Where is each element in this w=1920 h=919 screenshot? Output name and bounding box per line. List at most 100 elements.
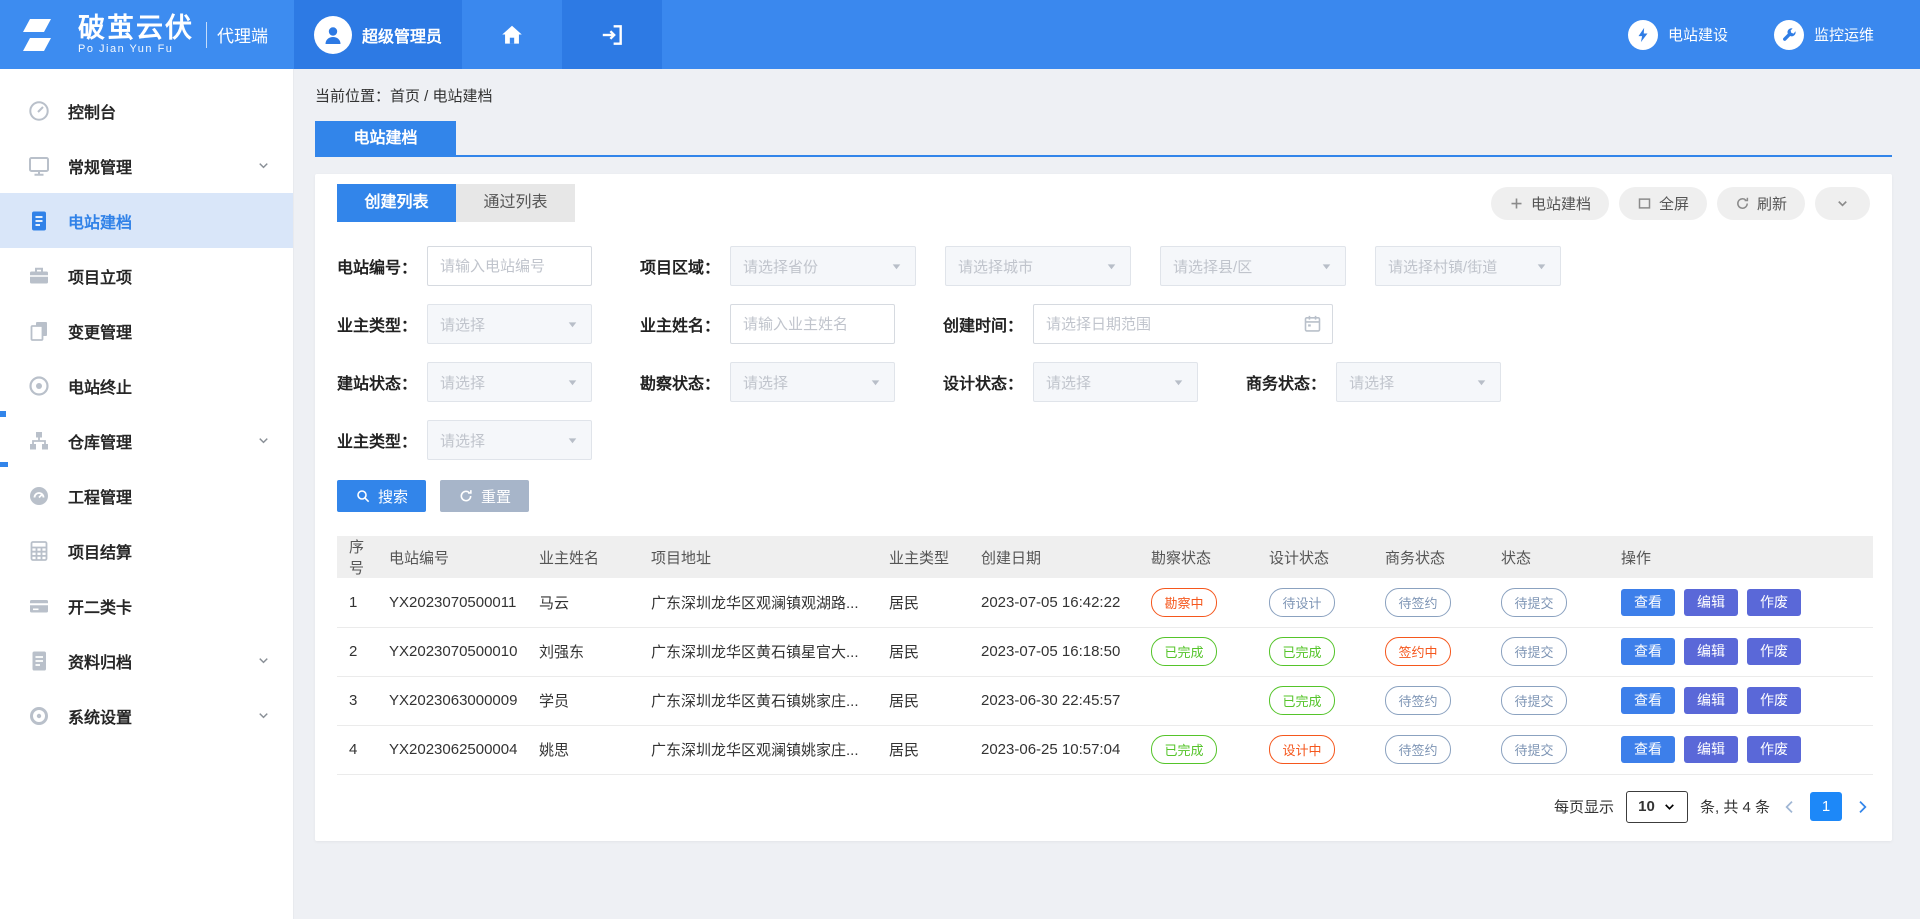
sidebar-item-8[interactable]: 项目结算 — [0, 523, 293, 578]
breadcrumb: 当前位置：首页 / 电站建档 — [315, 85, 1892, 106]
create-station-button[interactable]: 电站建档 — [1491, 187, 1609, 220]
status-badge: 已完成 — [1151, 735, 1217, 764]
user-name: 超级管理员 — [362, 23, 442, 47]
project-region-select-3[interactable]: 请选择村镇/街道 — [1375, 246, 1561, 286]
tab-passed-list[interactable]: 通过列表 — [456, 184, 575, 222]
sidebar-item-label: 项目立项 — [68, 264, 271, 288]
table-row: 3 YX2023063000009 学员 广东深圳龙华区黄石镇姚家庄... 居民… — [337, 676, 1873, 725]
cell-index: 3 — [337, 676, 383, 725]
sidebar-item-3[interactable]: 项目立项 — [0, 248, 293, 303]
refresh-button[interactable]: 刷新 — [1717, 187, 1805, 220]
view-button[interactable]: 查看 — [1621, 589, 1675, 616]
status-badge: 待提交 — [1501, 637, 1567, 666]
home-button[interactable] — [462, 0, 562, 69]
cell-status: 待提交 — [1495, 676, 1615, 725]
edit-button[interactable]: 编辑 — [1684, 589, 1738, 616]
edit-button[interactable]: 编辑 — [1684, 736, 1738, 763]
filter-label: 业主类型： — [337, 312, 417, 336]
tab-create-list[interactable]: 创建列表 — [337, 184, 456, 222]
main-content: 当前位置：首页 / 电站建档 电站建档 创建列表 通过列表 电站建档 — [294, 69, 1920, 919]
cell-address: 广东深圳龙华区黄石镇星官大... — [645, 627, 883, 676]
cell-design-status: 已完成 — [1263, 627, 1379, 676]
sidebar-item-4[interactable]: 变更管理 — [0, 303, 293, 358]
void-button[interactable]: 作废 — [1747, 736, 1801, 763]
status-badge: 勘察中 — [1151, 588, 1217, 617]
sidebar-item-0[interactable]: 控制台 — [0, 83, 293, 138]
page-number-button[interactable]: 1 — [1810, 792, 1842, 821]
reset-button[interactable]: 重置 — [440, 480, 529, 512]
project-region-select-1[interactable]: 请选择城市 — [945, 246, 1131, 286]
create-time-input[interactable] — [1033, 304, 1333, 344]
edit-button[interactable]: 编辑 — [1684, 638, 1738, 665]
select-arrow-icon — [869, 376, 882, 389]
avatar — [314, 16, 352, 54]
filter-label: 业主类型： — [337, 428, 417, 452]
module-label: 电站建设 — [1668, 24, 1728, 45]
filter-create-time-input-group: 创建时间： — [943, 304, 1333, 344]
sidebar-item-10[interactable]: 资料归档 — [0, 633, 293, 688]
status-badge: 待提交 — [1501, 686, 1567, 715]
owner-name-input[interactable] — [730, 304, 895, 344]
sidebar-item-2[interactable]: 电站建档 — [0, 193, 293, 248]
next-page-button[interactable] — [1854, 799, 1870, 815]
column-header: 项目地址 — [645, 536, 883, 578]
void-button[interactable]: 作废 — [1747, 638, 1801, 665]
module-station-build[interactable]: 电站建设 — [1628, 20, 1728, 50]
edit-button[interactable]: 编辑 — [1684, 687, 1738, 714]
cell-owner-type: 居民 — [883, 627, 975, 676]
cell-address: 广东深圳龙华区观澜镇姚家庄... — [645, 725, 883, 774]
design-status-select[interactable]: 请选择 — [1033, 362, 1198, 402]
column-header: 业主类型 — [883, 536, 975, 578]
station-code-input[interactable] — [427, 246, 592, 286]
select-arrow-icon — [566, 376, 579, 389]
project-region-select-0[interactable]: 请选择省份 — [730, 246, 916, 286]
cell-index: 2 — [337, 627, 383, 676]
project-region-select-2[interactable]: 请选择县/区 — [1160, 246, 1346, 286]
filter-business-status-select-group: 商务状态：请选择 — [1246, 362, 1501, 402]
business-status-select[interactable]: 请选择 — [1336, 362, 1501, 402]
sidebar-item-label: 仓库管理 — [68, 429, 256, 453]
logout-button[interactable] — [562, 0, 662, 69]
page-tab-bar: 电站建档 — [315, 121, 1892, 157]
record-icon — [26, 373, 52, 399]
prev-page-button[interactable] — [1782, 799, 1798, 815]
column-header: 电站编号 — [383, 536, 533, 578]
collapse-toolbar-button[interactable] — [1815, 187, 1870, 220]
filter-station-code-input-group: 电站编号： — [337, 246, 592, 286]
sidebar-item-9[interactable]: 开二类卡 — [0, 578, 293, 633]
sidebar-item-5[interactable]: 电站终止 — [0, 358, 293, 413]
sidebar-item-11[interactable]: 系统设置 — [0, 688, 293, 743]
calendar-icon — [1302, 313, 1323, 334]
list-tabs: 创建列表 通过列表 — [337, 184, 575, 222]
cell-owner-name: 刘强东 — [533, 627, 645, 676]
fullscreen-button[interactable]: 全屏 — [1619, 187, 1707, 220]
view-button[interactable]: 查看 — [1621, 687, 1675, 714]
sidebar-item-label: 系统设置 — [68, 704, 256, 728]
cell-business-status: 待签约 — [1379, 578, 1495, 627]
search-button[interactable]: 搜索 — [337, 480, 426, 512]
speedometer-icon — [26, 483, 52, 509]
user-menu[interactable]: 超级管理员 — [294, 0, 462, 69]
owner-type-select[interactable]: 请选择 — [427, 304, 592, 344]
status-badge: 待提交 — [1501, 588, 1567, 617]
survey-status-select[interactable]: 请选择 — [730, 362, 895, 402]
owner-type2-select[interactable]: 请选择 — [427, 420, 592, 460]
cell-index: 1 — [337, 578, 383, 627]
view-button[interactable]: 查看 — [1621, 638, 1675, 665]
scroll-indicator — [0, 462, 8, 467]
sidebar-item-6[interactable]: 仓库管理 — [0, 413, 293, 468]
portal-label: 代理端 — [217, 22, 268, 47]
cell-status: 待提交 — [1495, 578, 1615, 627]
void-button[interactable]: 作废 — [1747, 589, 1801, 616]
build-status-select[interactable]: 请选择 — [427, 362, 592, 402]
cell-status: 待提交 — [1495, 627, 1615, 676]
breadcrumb-path[interactable]: 首页 / 电站建档 — [390, 88, 493, 105]
per-page-select[interactable]: 10 — [1626, 791, 1688, 823]
sidebar-item-7[interactable]: 工程管理 — [0, 468, 293, 523]
module-monitor-ops[interactable]: 监控运维 — [1774, 20, 1874, 50]
void-button[interactable]: 作废 — [1747, 687, 1801, 714]
view-button[interactable]: 查看 — [1621, 736, 1675, 763]
filter-form: 电站编号： 项目区域：请选择省份请选择城市请选择县/区请选择村镇/街道 业主类型… — [337, 246, 1870, 460]
sidebar-item-1[interactable]: 常规管理 — [0, 138, 293, 193]
page-tab-station-archive[interactable]: 电站建档 — [315, 121, 456, 157]
